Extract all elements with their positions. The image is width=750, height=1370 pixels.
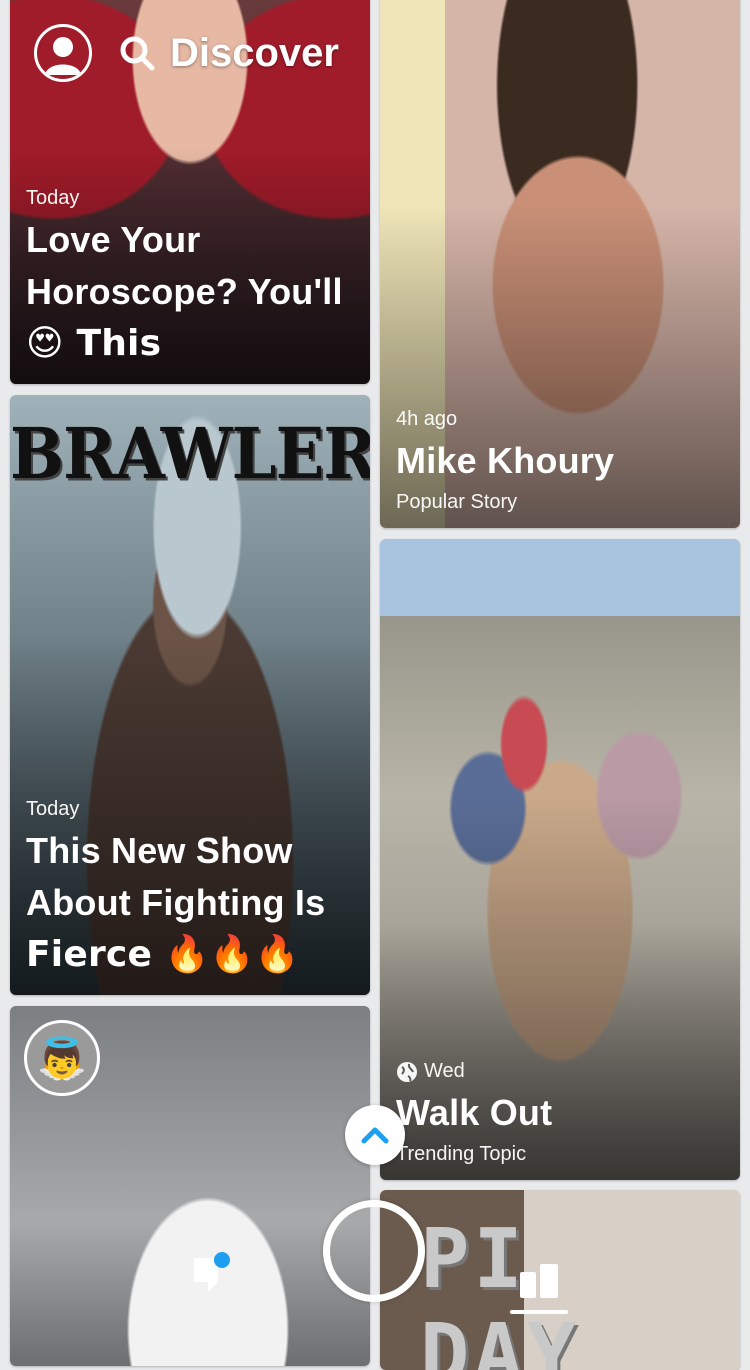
- card-meta: Today Love Your Horoscope? You'll 😍 This: [26, 187, 356, 370]
- card-meta: Wed Walk Out Trending Topic: [396, 1060, 726, 1166]
- page-title: Discover: [170, 30, 339, 75]
- title-line: About Fighting Is: [26, 882, 326, 923]
- capture-button[interactable]: [323, 1200, 425, 1302]
- scroll-up-button[interactable]: [345, 1105, 405, 1165]
- friend-avatar[interactable]: 👼: [24, 1020, 100, 1096]
- card-time-row: Wed: [396, 1060, 726, 1083]
- stories-icon: [520, 1264, 558, 1298]
- story-card-brawler[interactable]: BRAWLER Today This New Show About Fighti…: [10, 395, 370, 995]
- title-line: Fierce 🔥🔥🔥: [26, 934, 300, 975]
- title-line: This New Show: [26, 830, 293, 871]
- title-line: Horoscope? You'll: [26, 271, 343, 312]
- card-title: This New Show About Fighting Is Fierce 🔥…: [26, 825, 356, 981]
- card-time: 4h ago: [396, 408, 458, 430]
- card-subtitle: Trending Topic: [396, 1143, 527, 1165]
- pi-day-logo: PI DAY: [420, 1212, 581, 1370]
- chat-icon: [194, 1252, 230, 1292]
- title-line: 😍 This: [26, 323, 162, 364]
- globe-icon: [397, 1061, 417, 1082]
- story-card-mike-khoury[interactable]: 4h ago Mike Khoury Popular Story: [380, 0, 740, 528]
- card-title: Mike Khoury: [396, 440, 615, 481]
- card-time: Today: [26, 798, 80, 820]
- discover-header: Discover: [34, 24, 339, 82]
- stories-button[interactable]: [510, 1258, 568, 1318]
- card-title: Love Your Horoscope? You'll 😍 This: [26, 214, 356, 370]
- profile-icon[interactable]: [34, 24, 92, 82]
- card-meta: 4h ago Mike Khoury Popular Story: [396, 408, 726, 514]
- card-title: Walk Out: [396, 1092, 553, 1133]
- story-card-walk-out[interactable]: Wed Walk Out Trending Topic: [380, 539, 740, 1180]
- card-meta: Today This New Show About Fighting Is Fi…: [26, 798, 356, 981]
- search-button[interactable]: Discover: [118, 31, 339, 76]
- chat-button[interactable]: [190, 1252, 230, 1292]
- chevron-up-icon: [361, 1127, 389, 1144]
- brawler-logo: BRAWLER: [10, 413, 370, 496]
- title-line: Love Your: [26, 219, 201, 260]
- search-icon: [120, 36, 155, 71]
- card-time: Today: [26, 187, 80, 209]
- stories-active-indicator: [510, 1310, 568, 1314]
- card-time: Wed: [424, 1060, 465, 1082]
- card-subtitle: Popular Story: [396, 491, 518, 513]
